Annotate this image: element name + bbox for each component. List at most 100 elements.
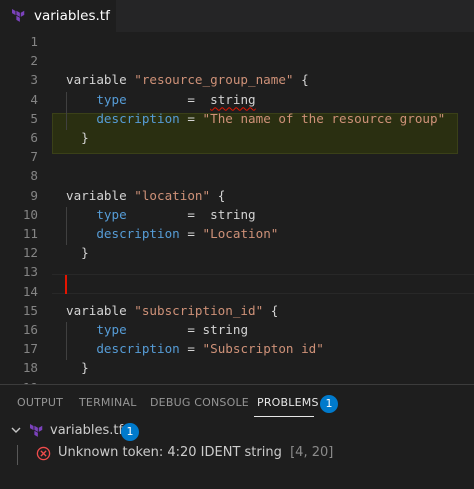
code-line: 14: [0, 282, 474, 301]
bottom-panel: OUTPUT TERMINAL DEBUG CONSOLE PROBLEMS 1…: [0, 384, 474, 489]
code-text: type = string: [66, 90, 256, 109]
problem-position: [4, 20]: [290, 445, 334, 460]
error-icon: [36, 446, 51, 461]
problems-file-row[interactable]: variables.tf 1: [0, 421, 474, 443]
keyword-variable: variable: [66, 72, 127, 88]
chevron-down-icon: [11, 427, 21, 433]
line-number: 10: [22, 206, 38, 222]
attribute-key: type: [96, 91, 127, 107]
code-line: 18 }: [0, 358, 474, 377]
attribute-key: description: [96, 110, 180, 126]
problem-text: Unknown token: 4:20 IDENT string: [58, 445, 282, 460]
code-text: description = "Subscripton id": [66, 339, 324, 358]
padding: [127, 92, 188, 107]
problem-item[interactable]: Unknown token: 4:20 IDENT string [4, 20]: [0, 443, 474, 465]
code-text: description = "Location": [66, 224, 278, 243]
attribute-value: string: [202, 322, 249, 337]
code-text: }: [66, 128, 89, 147]
line-number: 1: [30, 34, 38, 49]
code-line: 15 variable "subscription_id" {: [0, 301, 474, 320]
code-line: 12 }: [0, 243, 474, 262]
line-number: 12: [22, 245, 38, 261]
problem-message: Unknown token: 4:20 IDENT string [4, 20]: [58, 445, 333, 460]
line-number: 16: [22, 322, 38, 337]
attribute-key: type: [96, 322, 127, 337]
code-line: 17 description = "Subscripton id": [0, 339, 474, 358]
variable-name: "resource_group_name": [134, 72, 294, 88]
code-text: type = string: [66, 320, 248, 339]
attribute-key: type: [96, 206, 127, 222]
code-line: 10 type = string: [0, 205, 474, 224]
line-number: 7: [30, 149, 38, 165]
code-line: 11 description = "Location": [0, 224, 474, 243]
code-line: 16 type = string: [0, 320, 474, 339]
code-line: 4 type = string: [0, 90, 474, 109]
attribute-value: string: [210, 206, 256, 222]
attribute-key: description: [96, 341, 180, 357]
variable-name: "location": [134, 187, 211, 203]
open-brace: {: [270, 302, 279, 318]
problems-count-badge: 1: [320, 395, 338, 413]
line-number: 14: [22, 283, 38, 299]
variable-name: "subscription_id": [134, 302, 264, 318]
open-brace: {: [301, 72, 309, 88]
attribute-value: "Location": [202, 226, 279, 241]
equals: =: [187, 206, 195, 222]
terraform-icon: [30, 424, 43, 437]
line-number: 13: [22, 264, 38, 280]
attribute-value: "Subscripton id": [202, 341, 324, 357]
active-tab-indicator: [254, 416, 314, 417]
line-number: 4: [30, 91, 38, 107]
line-number: 18: [22, 360, 38, 376]
terraform-icon: [12, 9, 25, 22]
code-line: 13: [0, 262, 474, 281]
code-line: 8: [0, 166, 474, 185]
code-text: type = string: [66, 205, 256, 224]
code-text: variable "resource_group_name" {: [66, 70, 309, 89]
equals: =: [187, 341, 195, 357]
code-line: 3 variable "resource_group_name" {: [0, 70, 474, 89]
tab-label: variables.tf: [34, 8, 110, 24]
line-number: 15: [22, 302, 38, 318]
close-brace: }: [81, 130, 89, 145]
code-text: variable "location" {: [66, 186, 225, 205]
tab-problems[interactable]: PROBLEMS: [257, 396, 319, 409]
code-text: }: [66, 358, 89, 377]
code-line: 2: [0, 51, 474, 70]
code-text: variable "subscription_id" {: [66, 301, 278, 320]
tab-terminal[interactable]: TERMINAL: [79, 396, 137, 409]
close-brace: }: [81, 360, 89, 376]
attribute-value: string: [210, 91, 256, 107]
code-editor[interactable]: 1 2 3 variable "resource_group_name" {4 typ…: [0, 32, 474, 384]
padding: [127, 322, 188, 337]
code-line: 5 description = "The name of the resourc…: [0, 109, 474, 128]
attribute-value: "The name of the resource group": [202, 110, 446, 126]
line-number: 5: [30, 110, 38, 126]
tab-output[interactable]: OUTPUT: [17, 396, 63, 409]
line-number: 8: [30, 168, 38, 184]
equals: =: [187, 226, 195, 241]
tab-variables-tf[interactable]: variables.tf: [0, 0, 116, 32]
code-line: 6 }: [0, 128, 474, 147]
tab-debug-console[interactable]: DEBUG CONSOLE: [150, 396, 249, 409]
line-number: 11: [22, 226, 38, 241]
attribute-key: description: [96, 226, 180, 241]
open-brace: {: [217, 187, 226, 203]
code-text: description = "The name of the resource …: [66, 109, 445, 128]
close-brace: }: [81, 245, 89, 261]
